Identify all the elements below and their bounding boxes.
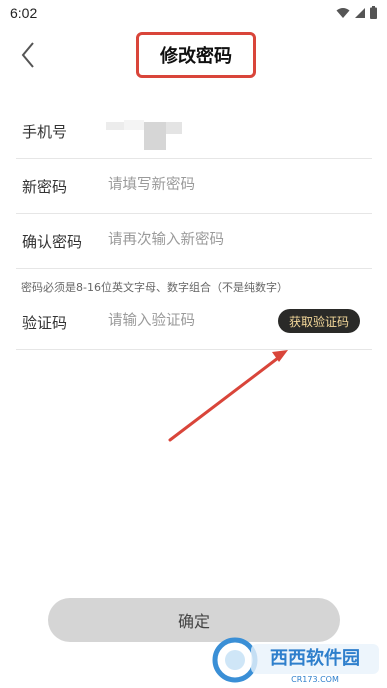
verify-code-label: 验证码	[22, 314, 68, 332]
verify-code-row: 验证码 获取验证码	[16, 295, 372, 350]
site-watermark: 西西软件园 CR173.COM	[212, 637, 379, 684]
password-hint: 密码必须是8-16位英文字母、数字组合（不是纯数字）	[21, 281, 288, 294]
new-password-row: 新密码	[16, 159, 372, 214]
confirm-password-row: 确认密码	[16, 214, 372, 269]
page-title: 修改密码	[160, 46, 232, 67]
get-code-button[interactable]: 获取验证码	[278, 309, 360, 333]
status-time: 6:02	[10, 5, 38, 21]
status-icons	[336, 6, 377, 19]
wifi-icon	[336, 7, 350, 18]
status-bar: 6:02	[0, 0, 387, 28]
phone-value-redacted	[104, 120, 184, 152]
signal-icon	[355, 7, 365, 18]
phone-label: 手机号	[22, 123, 68, 141]
header: 修改密码	[0, 28, 387, 88]
verify-code-input[interactable]	[108, 309, 288, 333]
phone-row: 手机号	[16, 104, 372, 159]
watermark-text: 西西软件园	[270, 647, 360, 669]
new-password-input[interactable]	[108, 173, 288, 197]
title-highlight-box: 修改密码	[136, 32, 256, 78]
watermark-subtext: CR173.COM	[291, 675, 339, 684]
confirm-password-input[interactable]	[108, 228, 288, 252]
battery-icon	[370, 6, 377, 19]
new-password-label: 新密码	[22, 178, 68, 196]
back-button[interactable]	[16, 40, 42, 70]
back-chevron-icon	[21, 42, 34, 68]
confirm-password-label: 确认密码	[22, 233, 83, 251]
